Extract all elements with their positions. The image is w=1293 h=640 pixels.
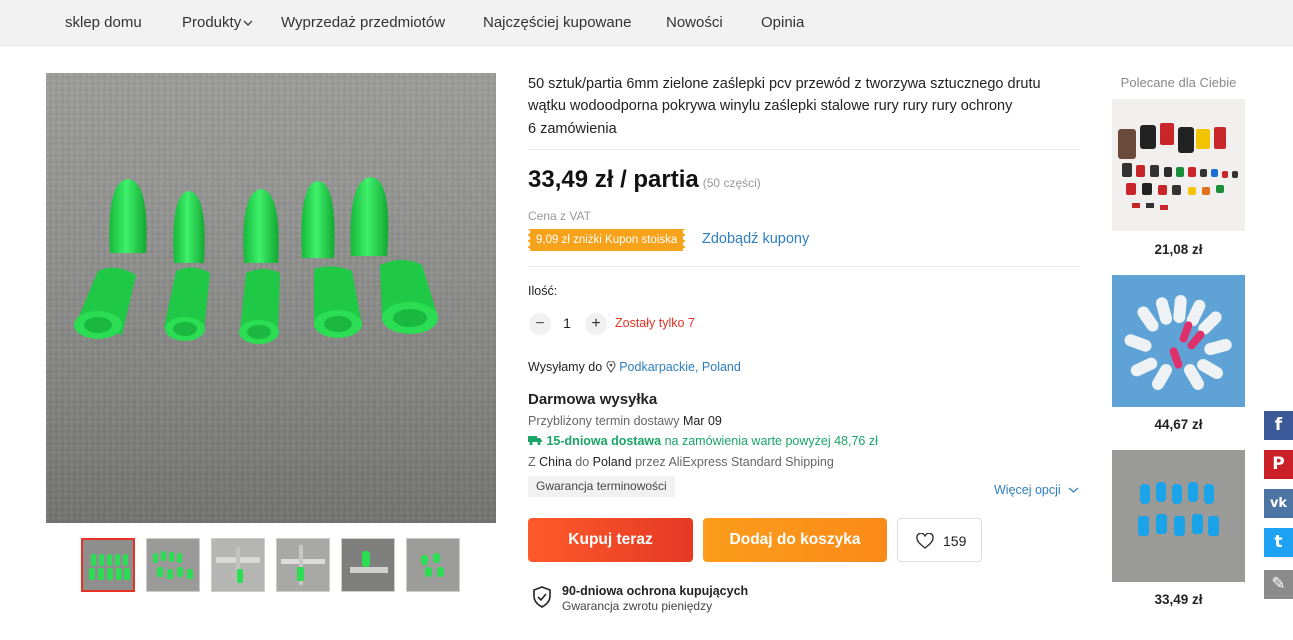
recommended-item-price: 44,67 zł (1154, 417, 1203, 432)
fast-delivery-note: na zamówienia warte powyżej 48,76 zł (664, 434, 878, 448)
share-pinterest-button[interactable]: P (1264, 450, 1293, 479)
recommended-item-price: 33,49 zł (1154, 592, 1203, 607)
nav-feedback[interactable]: Opinia (761, 0, 804, 46)
truck-icon (528, 434, 543, 448)
buyer-protection-subtitle: Gwarancja zwrotu pieniędzy (562, 599, 713, 613)
store-coupon-badge[interactable]: 9,09 zł zniżki Kupon stoiska (528, 229, 685, 251)
buy-now-button[interactable]: Kupuj teraz (528, 518, 693, 562)
recommended-item-price: 21,08 zł (1154, 242, 1203, 257)
wishlist-count: 159 (943, 533, 967, 549)
more-shipping-options-link[interactable]: Więcej opcji (994, 483, 1079, 497)
ship-to-location-link[interactable]: Podkarpackie, Poland (619, 360, 741, 374)
divider (528, 266, 1080, 267)
nav-products[interactable]: Produkty (182, 0, 253, 46)
thumbnail-2[interactable] (146, 538, 200, 592)
route-to: Poland (592, 455, 632, 469)
vat-note: Cena z VAT (528, 209, 591, 223)
on-time-guarantee-tag: Gwarancja terminowości (528, 476, 675, 497)
share-vk-button[interactable]: vk (1264, 489, 1293, 518)
edit-icon: ✎ (1271, 574, 1286, 594)
edit-button[interactable]: ✎ (1264, 570, 1293, 599)
facebook-icon: f (1274, 415, 1283, 435)
thumbnail-6[interactable] (406, 538, 460, 592)
product-title: 50 sztuk/partia 6mm zielone zaślepki pcv… (528, 76, 1041, 114)
fast-delivery-label: 15-dniowa dostawa (546, 434, 662, 448)
ship-to-label: Wysyłamy do (528, 360, 603, 374)
delivery-estimate-label: Przybliżony termin dostawy (528, 414, 680, 428)
route-carrier: przez AliExpress Standard Shipping (635, 455, 834, 469)
stock-remaining: Zostały tylko 7 (615, 316, 695, 330)
share-twitter-button[interactable]: t (1264, 528, 1293, 557)
recommendations-title: Polecane dla Ciebie (1120, 75, 1237, 90)
recommended-item-image[interactable] (1112, 99, 1245, 231)
buyer-protection-title: 90-dniowa ochrona kupujących (562, 584, 749, 598)
wishlist-button[interactable]: 159 (897, 518, 982, 562)
recommended-item-image[interactable] (1112, 275, 1245, 407)
top-nav: sklep domu Produkty Wyprzedaż przedmiotó… (0, 0, 1293, 46)
quantity-decrease-button[interactable]: − (529, 313, 551, 335)
thumbnail-1[interactable] (81, 538, 135, 592)
quantity-input[interactable]: 1 (556, 315, 578, 331)
nav-products-label: Produkty (182, 14, 242, 31)
delivery-estimate: Przybliżony termin dostawy Mar 09 (528, 414, 722, 428)
price-value: 33,49 zł / partia (528, 166, 699, 193)
twitter-icon: t (1274, 532, 1283, 552)
ship-to: Wysyłamy do Podkarpackie, Poland (528, 360, 741, 376)
recommended-item-image[interactable] (1112, 450, 1245, 582)
fast-delivery: 15-dniowa dostawa na zamówienia warte po… (528, 434, 878, 448)
share-facebook-button[interactable]: f (1264, 411, 1293, 440)
more-options-label: Więcej opcji (994, 483, 1061, 497)
route-from-label: Z (528, 455, 536, 469)
shipping-route: Z China do Poland przez AliExpress Stand… (528, 455, 834, 469)
get-coupons-link[interactable]: Zdobądź kupony (702, 231, 809, 247)
chevron-down-icon (243, 0, 253, 46)
nav-store-home[interactable]: sklep domu (65, 0, 142, 46)
route-to-label: do (575, 455, 590, 469)
thumbnail-4[interactable] (276, 538, 330, 592)
main-product-image[interactable] (46, 73, 496, 523)
quantity-label: Ilość: (528, 284, 558, 298)
chevron-down-icon (1064, 483, 1079, 497)
heart-icon (916, 532, 934, 554)
free-shipping-heading: Darmowa wysyłka (528, 391, 658, 408)
thumbnail-5[interactable] (341, 538, 395, 592)
nav-bestsellers[interactable]: Najczęściej kupowane (483, 0, 631, 46)
nav-new-arrivals[interactable]: Nowości (666, 0, 723, 46)
price: 33,49 zł / partia (50 części) (528, 166, 761, 194)
add-to-cart-button[interactable]: Dodaj do koszyka (703, 518, 887, 562)
nav-clearance[interactable]: Wyprzedaż przedmiotów (281, 0, 445, 46)
location-pin-icon (606, 360, 616, 376)
thumbnail-3[interactable] (211, 538, 265, 592)
shield-check-icon (532, 586, 552, 613)
orders-count: 6 zamówienia (528, 121, 617, 137)
route-from: China (539, 455, 572, 469)
price-pieces: (50 części) (702, 176, 761, 190)
pinterest-icon: P (1272, 454, 1285, 474)
vk-icon: vk (1269, 496, 1288, 511)
divider (528, 149, 1080, 150)
delivery-estimate-date: Mar 09 (682, 414, 722, 428)
quantity-increase-button[interactable]: + (585, 313, 607, 335)
